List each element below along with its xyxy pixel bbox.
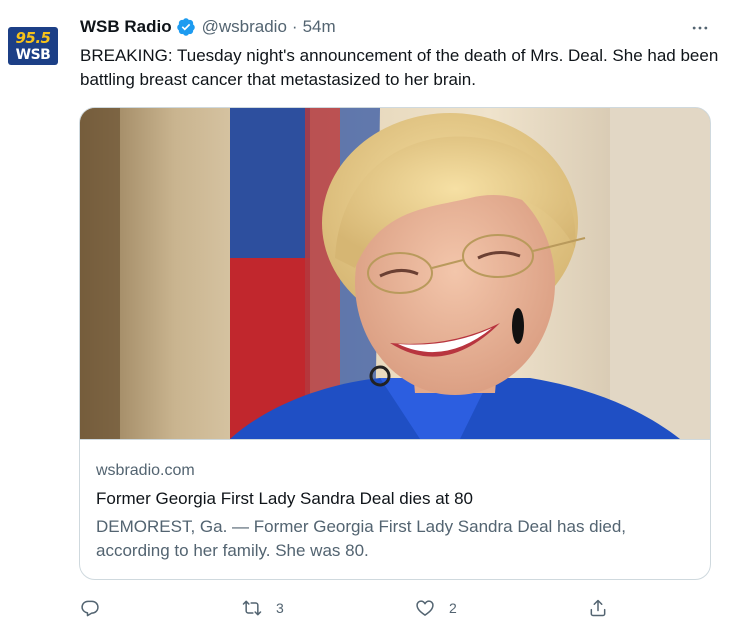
verified-badge-icon — [176, 17, 196, 37]
tweet-text: BREAKING: Tuesday night's announcement o… — [80, 46, 719, 89]
reply-button[interactable] — [80, 596, 100, 620]
display-name[interactable]: WSB Radio — [80, 17, 172, 37]
like-count: 2 — [449, 600, 457, 616]
action-bar: 3 2 — [80, 596, 620, 620]
retweet-button[interactable]: 3 — [242, 596, 284, 620]
tweet[interactable]: 95.5 WSB WSB Radio @wsbradio · 54m BREAK… — [0, 0, 741, 620]
share-button[interactable] — [588, 596, 608, 620]
card-divider — [80, 439, 710, 440]
separator-dot: · — [291, 17, 298, 36]
card-domain: wsbradio.com — [96, 462, 195, 479]
retweet-icon — [242, 600, 262, 616]
card-image[interactable] — [80, 108, 710, 439]
avatar[interactable]: 95.5 WSB — [8, 27, 58, 65]
card-description: DEMOREST, Ga. — Former Georgia First Lad… — [96, 517, 627, 560]
tweet-header: WSB Radio @wsbradio · 54m — [80, 16, 336, 38]
avatar-callsign: WSB — [15, 47, 51, 63]
timestamp[interactable]: 54m — [303, 17, 336, 37]
like-button[interactable]: 2 — [415, 596, 457, 620]
heart-icon — [416, 600, 434, 616]
link-card[interactable]: wsbradio.com Former Georgia First Lady S… — [79, 107, 711, 580]
more-options-icon[interactable] — [688, 16, 712, 40]
user-handle[interactable]: @wsbradio — [202, 17, 287, 37]
share-icon — [590, 599, 606, 617]
retweet-count: 3 — [276, 600, 284, 616]
avatar-frequency: 95.5 — [15, 29, 51, 47]
reply-icon — [81, 600, 99, 617]
card-title: Former Georgia First Lady Sandra Deal di… — [96, 489, 474, 508]
